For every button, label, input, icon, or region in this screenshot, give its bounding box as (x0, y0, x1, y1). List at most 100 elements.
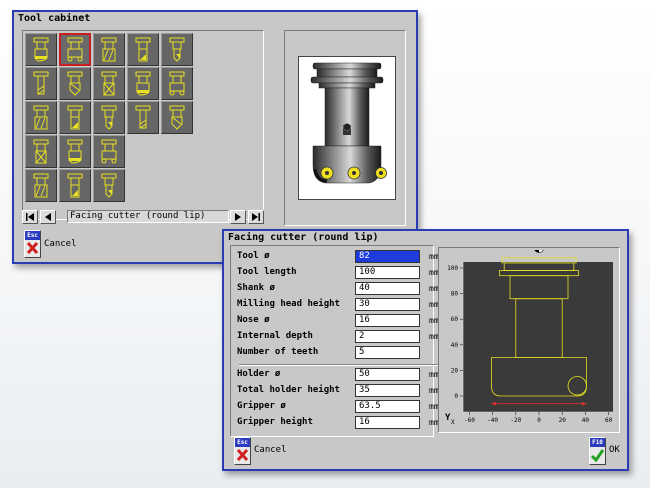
next-page-button[interactable] (230, 210, 246, 224)
tool-icon (169, 105, 185, 130)
param-row: Tool ø 82 mm (237, 250, 439, 264)
tool-icon (101, 105, 117, 130)
tool-icon (135, 37, 151, 62)
param-row: Tool length 100 mm (237, 266, 439, 280)
tool-3-button[interactable] (93, 33, 125, 66)
tool-8-button[interactable] (93, 67, 125, 100)
param-input[interactable]: 35 (355, 384, 420, 397)
tool-21-button[interactable] (93, 169, 125, 202)
tool-grid (22, 30, 264, 220)
tool-icon (33, 37, 49, 62)
tool-16-button[interactable] (25, 135, 57, 168)
tool-profile-plot: 100806040200-60 -40 -20 0 20 40 60Y X (441, 250, 615, 428)
x-tick-label: -40 (487, 417, 498, 424)
tool-18-button[interactable] (93, 135, 125, 168)
facing-cutter-dialog: Facing cutter (round lip) Tool ø 82 mm Tool… (222, 229, 629, 471)
x-axis-label: X (451, 419, 455, 426)
tool-preview-panel (284, 30, 406, 226)
tool-icon (135, 71, 151, 96)
tool-icon (67, 173, 83, 198)
param-input[interactable]: 30 (355, 298, 420, 311)
tool-6-button[interactable] (25, 67, 57, 100)
tool-5-button[interactable] (161, 33, 193, 66)
x-tick-label: 40 (582, 417, 590, 424)
param-label: Internal depth (237, 331, 313, 341)
last-page-button[interactable] (248, 210, 264, 224)
param-label: Total holder height (237, 385, 340, 395)
param-row: Internal depth 2 mm (237, 330, 439, 344)
param-label: Shank ø (237, 283, 275, 293)
x-tick-label: 0 (537, 417, 541, 424)
param-input[interactable]: 82 (355, 250, 420, 263)
tool-icon (33, 71, 49, 95)
tool-icon (67, 105, 83, 130)
esc-key-label: Esc (25, 231, 40, 240)
tool-icon (67, 139, 83, 164)
y-tick-label: 20 (451, 367, 459, 374)
param-row: Gripper height 16 mm (237, 416, 439, 430)
param-row: Total holder height 35 mm (237, 384, 439, 398)
esc-key-label: Esc (235, 438, 250, 447)
tool-icon (33, 139, 49, 164)
tool-4-button[interactable] (127, 33, 159, 66)
tool-plot-frame: 100 80 60 40 20 0 -60 -40 -20 0 20 40 60 Y X (438, 247, 620, 433)
facing-cutter-round-lip-button[interactable] (59, 33, 91, 66)
tool-preview-image (298, 56, 396, 200)
tool-cabinet-title: Tool cabinet (14, 12, 416, 26)
tool-1-button[interactable] (25, 33, 57, 66)
first-page-button[interactable] (22, 210, 38, 224)
dialog-cancel-button[interactable]: Esc (234, 437, 251, 465)
tool-icon (169, 37, 185, 62)
y-tick-label: 60 (451, 316, 459, 323)
param-input[interactable]: 5 (355, 346, 420, 359)
tool-icon (33, 173, 49, 198)
param-input[interactable]: 16 (355, 416, 420, 429)
cancel-x-icon (26, 241, 39, 255)
cabinet-cancel-button[interactable]: Esc (24, 230, 41, 258)
ok-button[interactable]: F10 (589, 437, 606, 465)
y-tick-label: 40 (451, 342, 459, 349)
tool-11-button[interactable] (25, 101, 57, 134)
checkmark-icon (591, 449, 604, 462)
f10-key-label: F10 (590, 438, 605, 447)
x-tick-label: 20 (559, 417, 567, 424)
param-input[interactable]: 2 (355, 330, 420, 343)
tool-10-button[interactable] (161, 67, 193, 100)
param-label: Holder ø (237, 369, 281, 379)
tool-9-button[interactable] (127, 67, 159, 100)
tool-17-button[interactable] (59, 135, 91, 168)
param-row: Gripper ø 63.5 mm (237, 400, 439, 414)
dialog-cancel-label: Cancel (254, 445, 287, 455)
param-input[interactable]: 100 (355, 266, 420, 279)
param-input[interactable]: 16 (355, 314, 420, 327)
tool-icon (101, 37, 117, 62)
x-tick-label: -60 (464, 417, 475, 424)
tool-12-button[interactable] (59, 101, 91, 134)
param-label: Number of teeth (237, 347, 319, 357)
tool-icon (67, 37, 83, 62)
param-row: Shank ø 40 mm (237, 282, 439, 296)
tool-nav-bar: Facing cutter (round lip) (22, 210, 264, 224)
dialog-title: Facing cutter (round lip) (224, 231, 627, 245)
tool-15-button[interactable] (161, 101, 193, 134)
param-input[interactable]: 63.5 (355, 400, 420, 413)
param-label: Gripper height (237, 417, 313, 427)
param-input[interactable]: 40 (355, 282, 420, 295)
tool-icon (67, 71, 83, 96)
tool-13-button[interactable] (93, 101, 125, 134)
tool-20-button[interactable] (59, 169, 91, 202)
param-row: Milling head height 30 mm (237, 298, 439, 312)
tool-19-button[interactable] (25, 169, 57, 202)
param-label: Tool length (237, 267, 297, 277)
x-tick-label: -20 (510, 417, 521, 424)
param-input[interactable]: 50 (355, 368, 420, 381)
tool-icon (101, 173, 117, 198)
tool-7-button[interactable] (59, 67, 91, 100)
prev-page-button[interactable] (40, 210, 56, 224)
param-label: Tool ø (237, 251, 270, 261)
ok-label: OK (609, 445, 620, 455)
param-row: Nose ø 16 mm (237, 314, 439, 328)
tool-cabinet-window: Tool cabinet Facing cutter (round lip) E… (12, 10, 418, 264)
y-tick-label: 100 (447, 265, 458, 272)
tool-14-button[interactable] (127, 101, 159, 134)
